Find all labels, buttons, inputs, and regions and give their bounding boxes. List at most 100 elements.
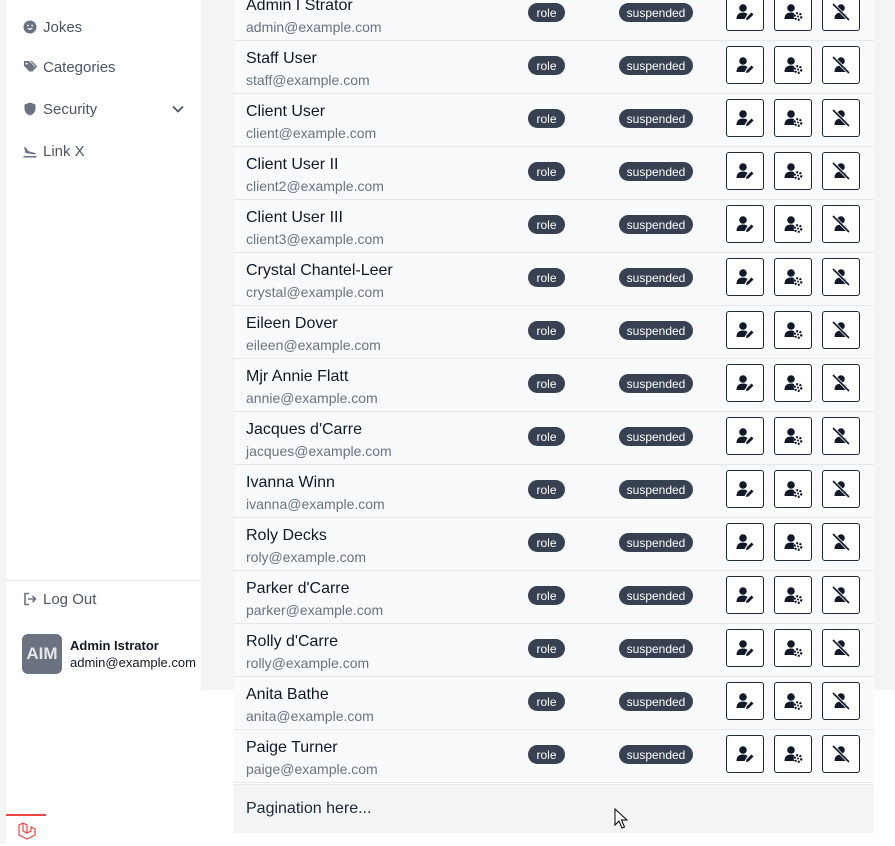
role-badge[interactable]: role	[528, 321, 565, 340]
role-badge[interactable]: role	[528, 268, 565, 287]
sidebar-item-categories[interactable]: Categories	[23, 56, 191, 78]
sidebar-item-security[interactable]: Security	[23, 98, 191, 120]
suspend-user-button[interactable]	[822, 470, 860, 508]
user-gear-icon	[783, 691, 803, 711]
user-name: Rolly d'Carre	[246, 633, 338, 650]
user-name: Roly Decks	[246, 527, 327, 544]
suspend-user-button[interactable]	[822, 152, 860, 190]
user-permissions-button[interactable]	[774, 46, 812, 84]
suspend-user-button[interactable]	[822, 364, 860, 402]
role-badge[interactable]: role	[528, 586, 565, 605]
user-permissions-button[interactable]	[774, 682, 812, 720]
user-slash-icon	[831, 426, 851, 446]
edit-user-button[interactable]	[726, 364, 764, 402]
edit-user-button[interactable]	[726, 417, 764, 455]
user-edit-icon	[735, 108, 755, 128]
suspend-user-button[interactable]	[822, 576, 860, 614]
user-email: rolly@example.com	[246, 655, 370, 671]
user-permissions-button[interactable]	[774, 523, 812, 561]
user-permissions-button[interactable]	[774, 629, 812, 667]
edit-user-button[interactable]	[726, 576, 764, 614]
user-email: roly@example.com	[246, 549, 367, 565]
sidebar: Jokes Categories Security Link X Log Out…	[6, 0, 201, 844]
user-permissions-button[interactable]	[774, 417, 812, 455]
edit-user-button[interactable]	[726, 46, 764, 84]
edit-user-button[interactable]	[726, 258, 764, 296]
user-email: crystal@example.com	[246, 284, 384, 300]
role-badge[interactable]: role	[528, 374, 565, 393]
suspend-user-button[interactable]	[822, 417, 860, 455]
suspend-user-button[interactable]	[822, 46, 860, 84]
user-gear-icon	[783, 479, 803, 499]
role-badge[interactable]: role	[528, 480, 565, 499]
laravel-logo-tab[interactable]	[6, 814, 46, 846]
edit-user-button[interactable]	[726, 682, 764, 720]
role-badge[interactable]: role	[528, 639, 565, 658]
user-permissions-button[interactable]	[774, 735, 812, 773]
user-permissions-button[interactable]	[774, 470, 812, 508]
role-badge[interactable]: role	[528, 109, 565, 128]
user-slash-icon	[831, 320, 851, 340]
user-gear-icon	[783, 638, 803, 658]
user-edit-icon	[735, 214, 755, 234]
avatar[interactable]: AIM	[22, 634, 62, 674]
user-slash-icon	[831, 479, 851, 499]
user-permissions-button[interactable]	[774, 152, 812, 190]
suspend-user-button[interactable]	[822, 258, 860, 296]
role-badge[interactable]: role	[528, 162, 565, 181]
table-row: Mjr Annie Flatt annie@example.com role susp…	[234, 359, 874, 412]
user-slash-icon	[831, 744, 851, 764]
user-name: Client User	[246, 103, 326, 120]
edit-user-button[interactable]	[726, 152, 764, 190]
edit-user-button[interactable]	[726, 523, 764, 561]
edit-user-button[interactable]	[726, 470, 764, 508]
user-name: Admin I Strator	[246, 0, 353, 14]
user-slash-icon	[831, 214, 851, 234]
user-email: admin@example.com	[246, 19, 382, 35]
user-edit-icon	[735, 320, 755, 340]
user-permissions-button[interactable]	[774, 576, 812, 614]
edit-user-button[interactable]	[726, 0, 764, 31]
table-row: Admin I Strator admin@example.com role susp…	[234, 0, 874, 41]
edit-user-button[interactable]	[726, 99, 764, 137]
suspend-user-button[interactable]	[822, 682, 860, 720]
status-badge: suspended	[619, 321, 693, 340]
chevron-down-icon[interactable]	[171, 102, 185, 120]
edit-user-button[interactable]	[726, 311, 764, 349]
sidebar-item-label: Categories	[43, 58, 116, 76]
suspend-user-button[interactable]	[822, 99, 860, 137]
suspend-user-button[interactable]	[822, 311, 860, 349]
edit-user-button[interactable]	[726, 735, 764, 773]
plane-landing-icon	[23, 144, 37, 158]
suspend-user-button[interactable]	[822, 735, 860, 773]
role-badge[interactable]: role	[528, 427, 565, 446]
role-badge[interactable]: role	[528, 533, 565, 552]
user-permissions-button[interactable]	[774, 311, 812, 349]
sidebar-item-link-x[interactable]: Link X	[23, 140, 191, 162]
user-permissions-button[interactable]	[774, 205, 812, 243]
logout-button[interactable]: Log Out	[23, 588, 191, 610]
status-badge: suspended	[619, 586, 693, 605]
status-badge: suspended	[619, 374, 693, 393]
suspend-user-button[interactable]	[822, 629, 860, 667]
user-permissions-button[interactable]	[774, 99, 812, 137]
suspend-user-button[interactable]	[822, 523, 860, 561]
user-email: annie@example.com	[246, 390, 378, 406]
role-badge[interactable]: role	[528, 745, 565, 764]
sidebar-item-jokes[interactable]: Jokes	[23, 16, 191, 38]
role-badge[interactable]: role	[528, 3, 565, 22]
role-badge[interactable]: role	[528, 215, 565, 234]
edit-user-button[interactable]	[726, 629, 764, 667]
user-slash-icon	[831, 2, 851, 22]
suspend-user-button[interactable]	[822, 205, 860, 243]
user-slash-icon	[831, 55, 851, 75]
edit-user-button[interactable]	[726, 205, 764, 243]
user-permissions-button[interactable]	[774, 0, 812, 31]
user-permissions-button[interactable]	[774, 364, 812, 402]
role-badge[interactable]: role	[528, 56, 565, 75]
role-badge[interactable]: role	[528, 692, 565, 711]
suspend-user-button[interactable]	[822, 0, 860, 31]
user-email: jacques@example.com	[246, 443, 392, 459]
user-name: Crystal Chantel-Leer	[246, 262, 393, 279]
user-permissions-button[interactable]	[774, 258, 812, 296]
